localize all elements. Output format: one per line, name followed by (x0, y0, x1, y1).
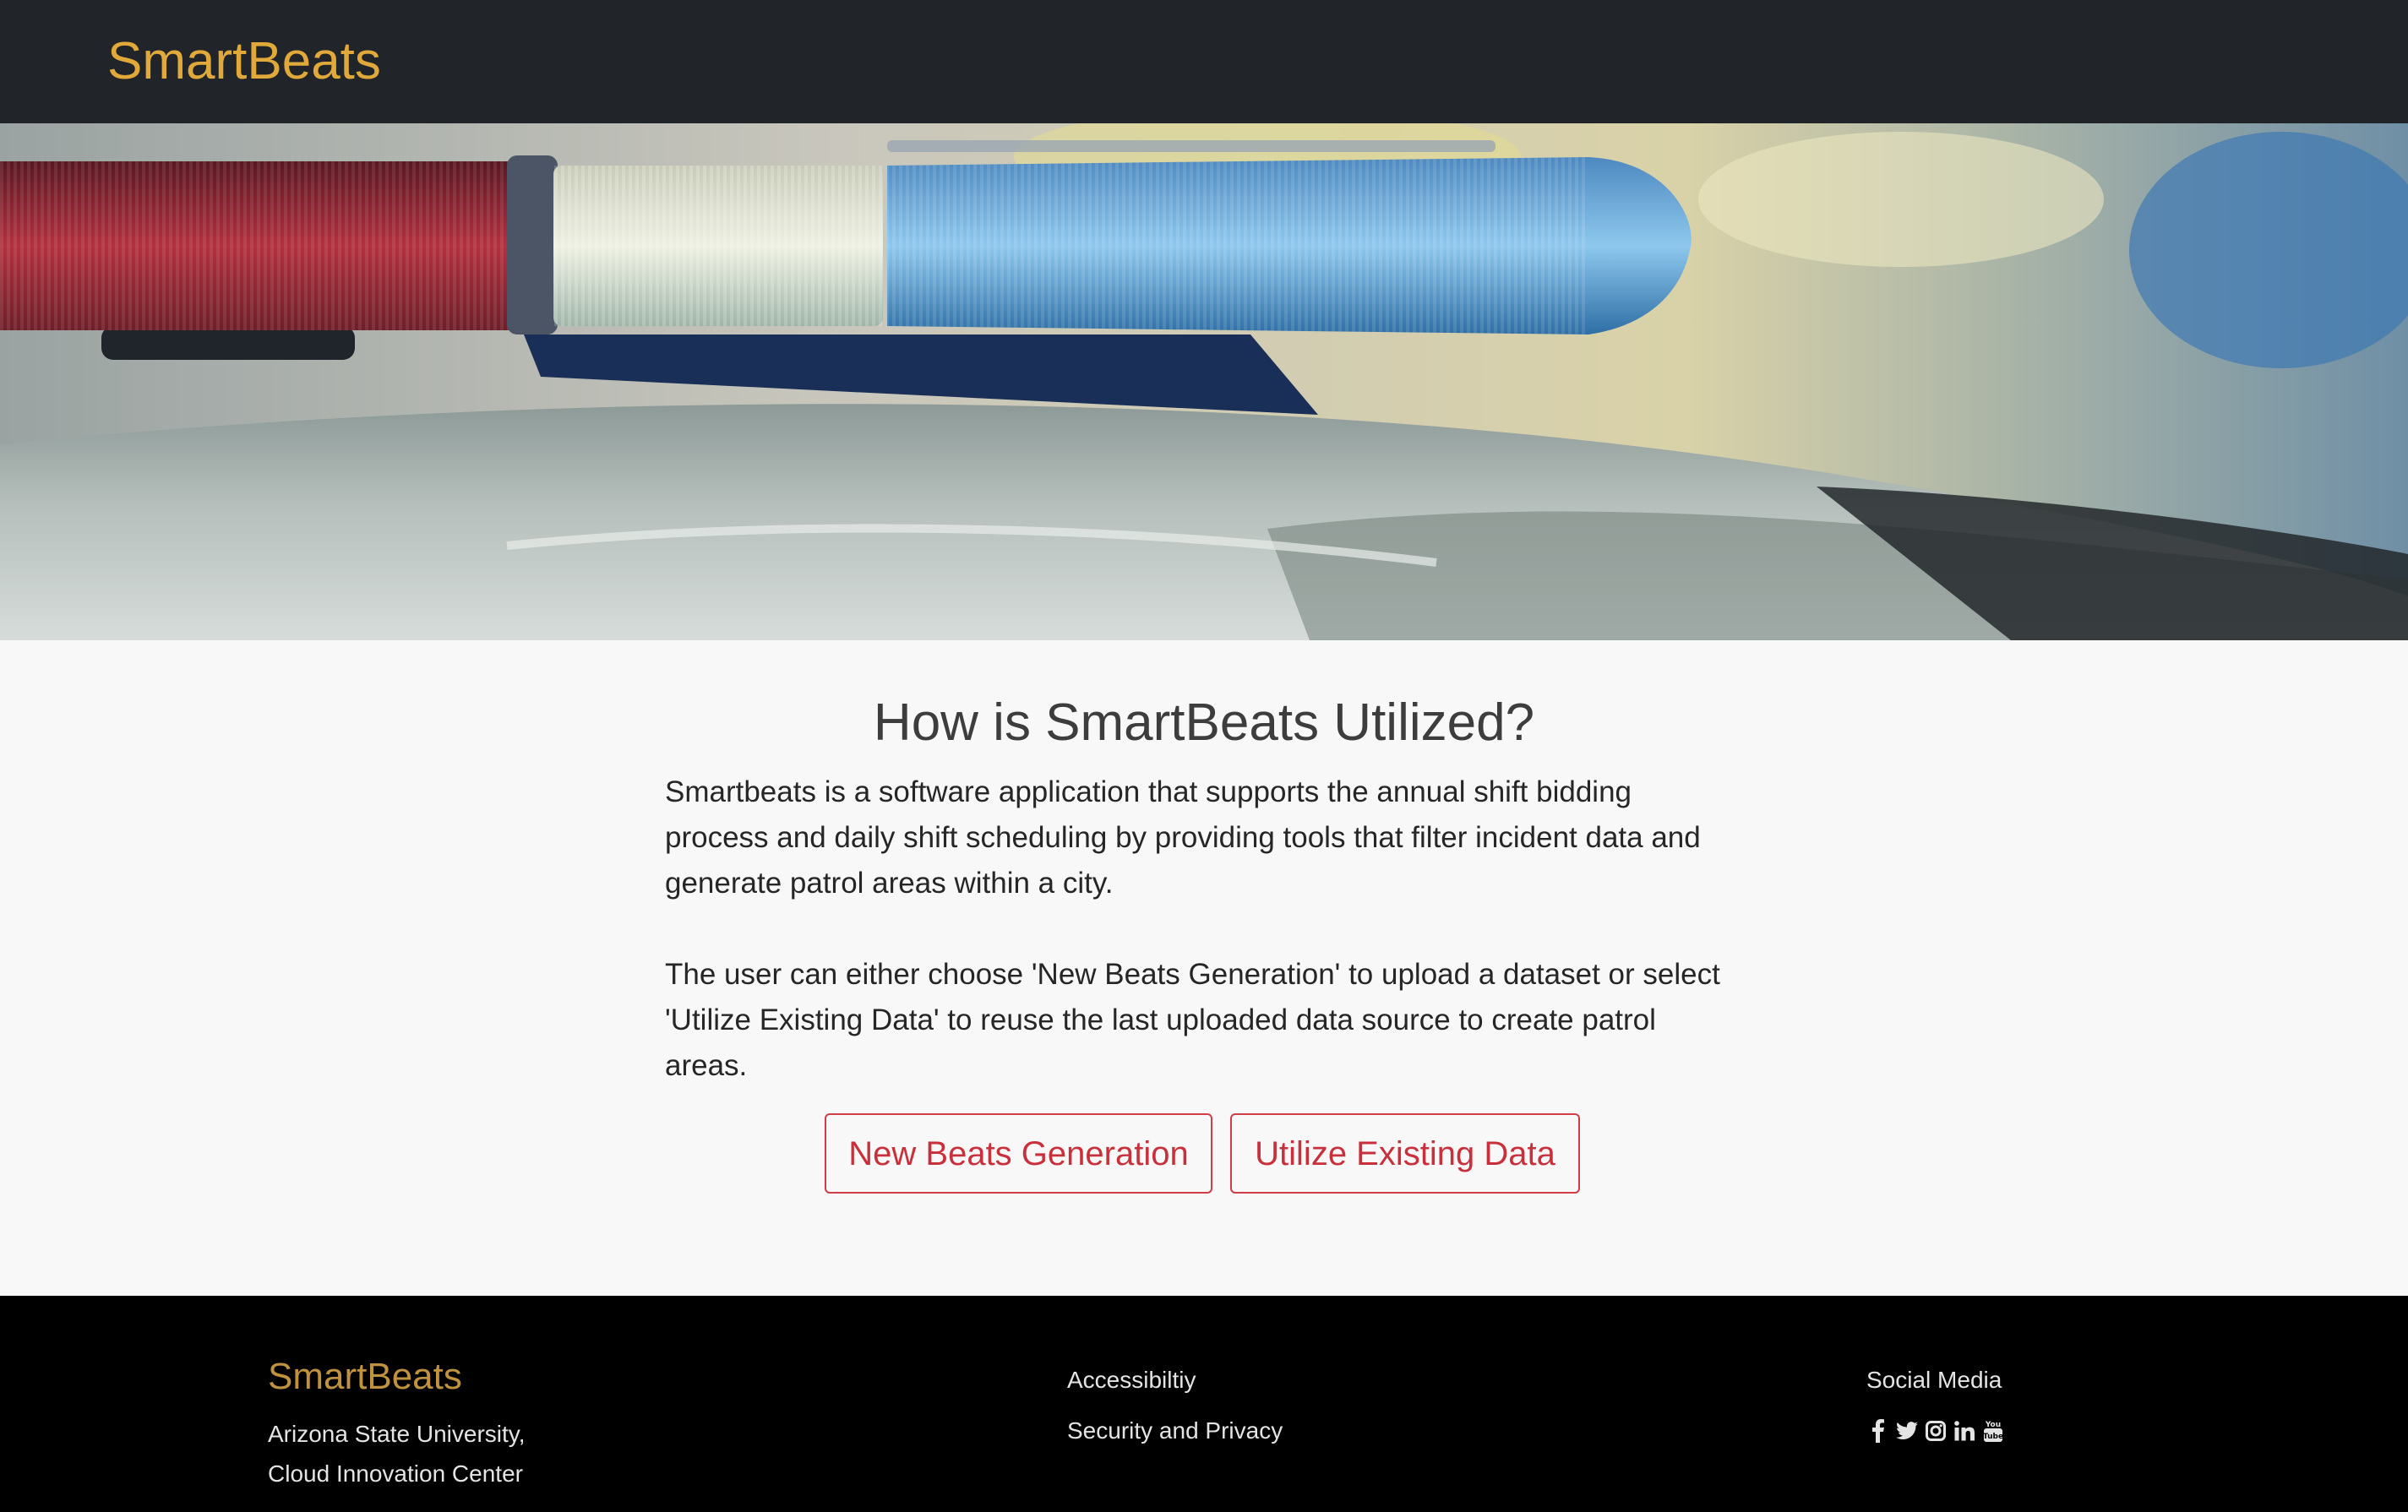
youtube-icon[interactable]: You Tube (1981, 1418, 2005, 1444)
hero-image (0, 123, 2408, 640)
instructions-paragraph: The user can either choose 'New Beats Ge… (665, 958, 1720, 1082)
linkedin-icon[interactable] (1953, 1418, 1976, 1444)
top-navbar: SmartBeats (0, 0, 2408, 123)
twitter-icon[interactable] (1895, 1418, 1919, 1444)
main-content: How is SmartBeats Utilized? Smartbeats i… (0, 640, 2408, 1296)
footer-address: Arizona State University, Cloud Innovati… (268, 1414, 526, 1493)
instagram-icon[interactable] (1924, 1418, 1948, 1444)
facebook-icon[interactable] (1866, 1418, 1890, 1444)
utilize-existing-data-button[interactable]: Utilize Existing Data (1230, 1113, 1580, 1194)
footer-brand: SmartBeats (268, 1356, 462, 1397)
social-icons: You Tube (1866, 1416, 2005, 1446)
new-beats-generation-button[interactable]: New Beats Generation (825, 1113, 1212, 1194)
footer: SmartBeats Arizona State University, Clo… (0, 1296, 2408, 1512)
description-paragraph: Smartbeats is a software application tha… (665, 775, 1701, 900)
social-media-heading: Social Media (1866, 1367, 2002, 1393)
address-line-1: Arizona State University, (268, 1421, 526, 1447)
address-line-2: Cloud Innovation Center (268, 1460, 523, 1487)
security-privacy-link[interactable]: Security and Privacy (1067, 1416, 1283, 1446)
svg-text:Tube: Tube (1983, 1433, 2003, 1441)
page-title: How is SmartBeats Utilized? (873, 693, 1535, 752)
navbar-brand[interactable]: SmartBeats (107, 30, 381, 93)
svg-text:You: You (1985, 1421, 2001, 1429)
accessibility-link[interactable]: Accessibiltiy (1067, 1365, 1196, 1395)
